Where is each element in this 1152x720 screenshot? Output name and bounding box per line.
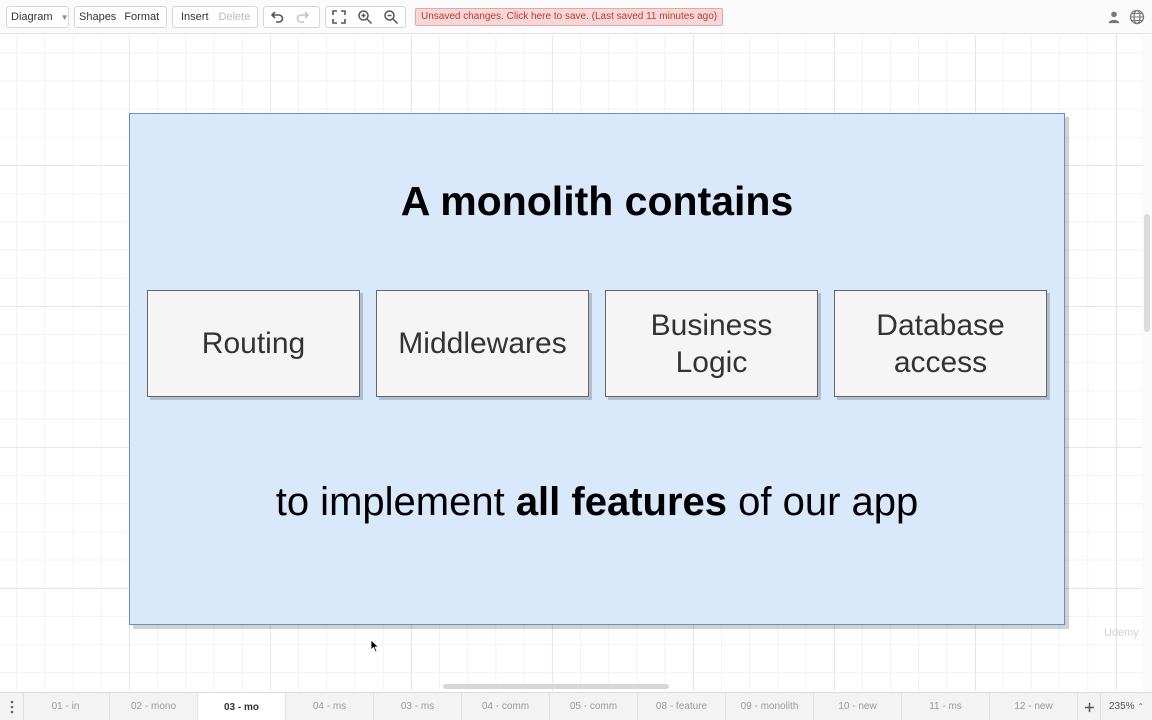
component-routing[interactable]: Routing (147, 290, 360, 397)
page-tab[interactable]: 04 - comm (462, 693, 550, 720)
page-tab[interactable]: 04 - ms (286, 693, 374, 720)
unsaved-changes-banner[interactable]: Unsaved changes. Click here to save. (La… (415, 8, 724, 26)
chevron-up-icon: ⌃ (1137, 702, 1145, 711)
diagram-menu-label: Diagram (11, 11, 53, 23)
page-tab-active[interactable]: 03 - mo (198, 693, 286, 720)
diagram-menu[interactable]: Diagram ▼ (6, 6, 69, 28)
edit-group: Insert Delete (172, 6, 258, 28)
component-business-logic[interactable]: Business Logic (605, 290, 818, 397)
diagram-subtitle[interactable]: to implement all features of our app (130, 480, 1064, 525)
panel-toggle-group: Shapes Format (74, 6, 167, 28)
mouse-cursor-icon (370, 639, 380, 653)
toolbar: Diagram ▼ Shapes Format Insert Delete Un… (0, 0, 1152, 34)
component-label-line1: Middlewares (398, 327, 567, 360)
page-tab[interactable]: 03 - ms (374, 693, 462, 720)
zoom-level-label: 235% (1108, 701, 1135, 712)
page-tab[interactable]: 08 - feature (638, 693, 726, 720)
fullscreen-icon[interactable] (326, 7, 352, 27)
user-icon[interactable] (1105, 8, 1123, 26)
component-label-line1: Business (650, 308, 773, 342)
add-icon[interactable] (1078, 693, 1100, 720)
monolith-container-shape[interactable]: A monolith contains Routing Middlewares … (129, 113, 1065, 625)
insert-button[interactable]: Insert (173, 7, 213, 27)
horizontal-scrollbar-thumb[interactable] (443, 684, 669, 689)
subtitle-post: of our app (727, 480, 919, 524)
diagram-title[interactable]: A monolith contains (130, 178, 1064, 225)
component-label-line1: Routing (201, 327, 306, 360)
undo-icon[interactable] (264, 7, 290, 27)
page-tab[interactable]: 10 - new (814, 693, 902, 720)
shapes-button[interactable]: Shapes (75, 7, 120, 27)
zoom-in-icon[interactable] (352, 7, 378, 27)
page-tab[interactable]: 09 - monolith (726, 693, 814, 720)
format-button[interactable]: Format (120, 7, 163, 27)
udemy-watermark: Udemy (1104, 627, 1139, 639)
vertical-scrollbar[interactable] (1142, 35, 1152, 691)
delete-button[interactable]: Delete (213, 7, 255, 27)
component-label-line2: Logic (675, 345, 748, 379)
page-tab-bar: 01 - in 02 - mono 03 - mo 04 - ms 03 - m… (0, 692, 1152, 720)
subtitle-pre: to implement (275, 480, 516, 524)
globe-icon[interactable] (1128, 8, 1146, 26)
history-group (263, 6, 320, 28)
page-tab[interactable]: 02 - mono (110, 693, 198, 720)
component-label-line2: access (893, 345, 988, 379)
zoom-level[interactable]: 235% ⌃ (1100, 693, 1152, 720)
view-group (325, 6, 406, 28)
vertical-scrollbar-thumb[interactable] (1144, 214, 1150, 332)
page-tab[interactable]: 11 - ms (902, 693, 990, 720)
chevron-down-icon: ▼ (60, 12, 69, 22)
page-tab[interactable]: 01 - in (22, 693, 110, 720)
component-middlewares[interactable]: Middlewares (376, 290, 589, 397)
zoom-out-icon[interactable] (378, 7, 404, 27)
subtitle-bold: all features (515, 480, 728, 524)
menu-dots-icon[interactable] (0, 693, 24, 720)
page-tab[interactable]: 05 - comm (550, 693, 638, 720)
redo-icon[interactable] (290, 7, 316, 27)
component-label-line1: Database (876, 308, 1005, 342)
page-tab[interactable]: 12 - new (990, 693, 1078, 720)
component-database-access[interactable]: Database access (834, 290, 1047, 397)
